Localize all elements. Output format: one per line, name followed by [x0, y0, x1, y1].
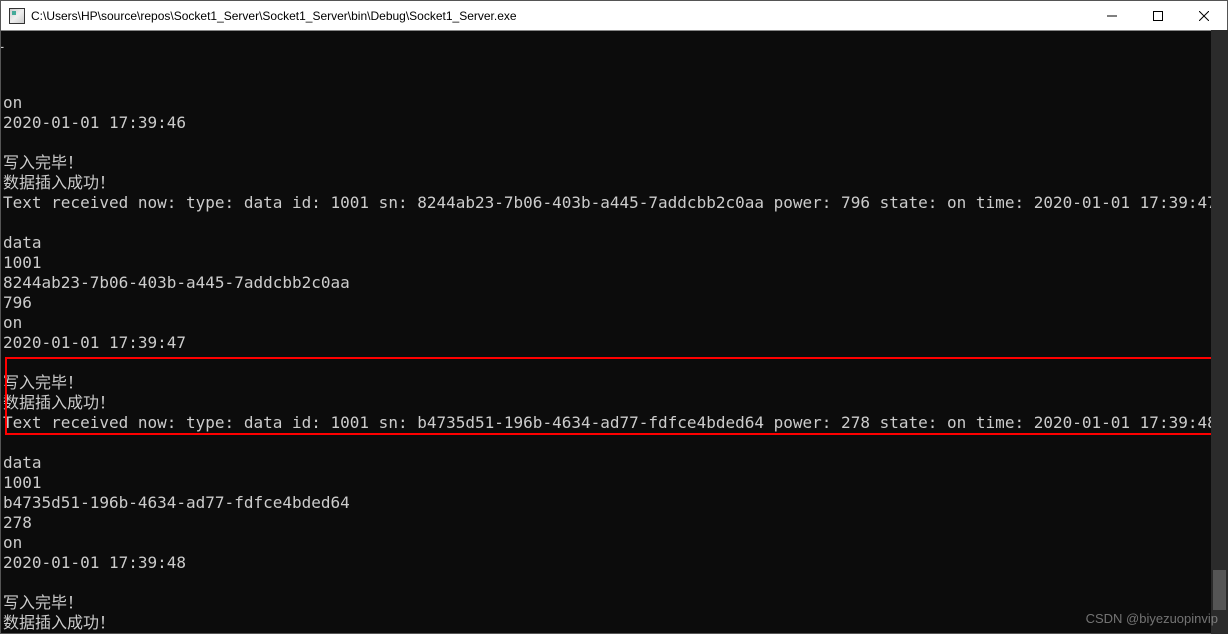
console-line [3, 573, 1227, 593]
console-line: b4735d51-196b-4634-ad77-fdfce4bded64 [3, 493, 1227, 513]
titlebar: C:\Users\HP\source\repos\Socket1_Server\… [1, 1, 1227, 31]
minimize-button[interactable] [1089, 1, 1135, 30]
maximize-icon [1153, 11, 1163, 21]
window-controls [1089, 1, 1227, 30]
console-line: data [3, 453, 1227, 473]
console-line: on [3, 313, 1227, 333]
console-line: 278 [3, 513, 1227, 533]
console-line: on [3, 93, 1227, 113]
partial-char: i [1, 33, 5, 53]
window-title: C:\Users\HP\source\repos\Socket1_Server\… [31, 9, 1089, 23]
close-button[interactable] [1181, 1, 1227, 30]
console-line: on [3, 533, 1227, 553]
console-line: 数据插入成功！ [3, 173, 1227, 193]
console-line: data [3, 233, 1227, 253]
console-line: Text received now: type: data id: 1001 s… [3, 193, 1227, 213]
minimize-icon [1107, 11, 1117, 21]
close-icon [1199, 11, 1209, 21]
console-line: 2020-01-01 17:39:47 [3, 333, 1227, 353]
console-line [3, 433, 1227, 453]
console-line: 写入完毕！ [3, 593, 1227, 613]
scrollbar-thumb[interactable] [1213, 570, 1226, 610]
console-line: 1001 [3, 473, 1227, 493]
console-line: 796 [3, 293, 1227, 313]
console-line [3, 133, 1227, 153]
console-line [3, 213, 1227, 233]
console-line: 数据插入成功！ [3, 393, 1227, 413]
console-line: 1001 [3, 253, 1227, 273]
console-line: 写入完毕！ [3, 153, 1227, 173]
console-window: C:\Users\HP\source\repos\Socket1_Server\… [0, 0, 1228, 634]
app-icon [9, 8, 25, 24]
console-line [3, 353, 1227, 373]
console-line: 数据插入成功！ [3, 613, 1227, 633]
maximize-button[interactable] [1135, 1, 1181, 30]
console-line: 8244ab23-7b06-403b-a445-7addcbb2c0aa [3, 273, 1227, 293]
console-line: 2020-01-01 17:39:48 [3, 553, 1227, 573]
vertical-scrollbar[interactable] [1211, 30, 1228, 634]
console-line: 2020-01-01 17:39:46 [3, 113, 1227, 133]
console-line: 写入完毕！ [3, 373, 1227, 393]
console-output[interactable]: i on2020-01-01 17:39:46写入完毕！数据插入成功！Text … [1, 31, 1227, 633]
console-line: Text received now: type: data id: 1001 s… [3, 413, 1227, 433]
